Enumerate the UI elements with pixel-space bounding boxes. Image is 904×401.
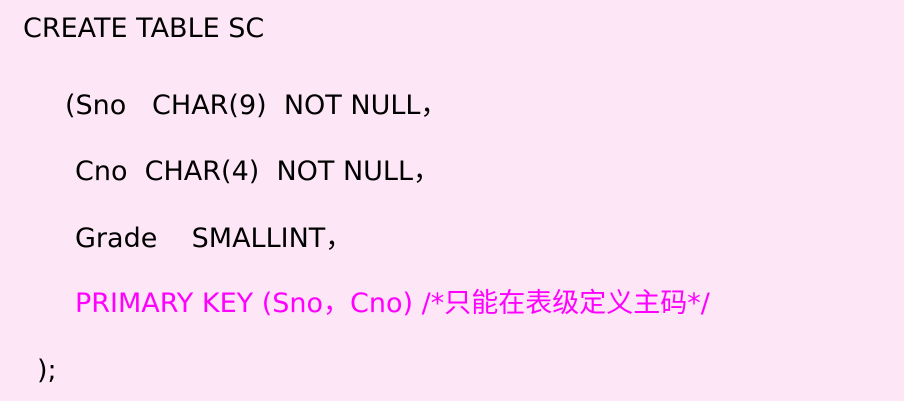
sql-code-block: CREATE TABLE SC (Sno CHAR(9) NOT NULL， C… bbox=[0, 0, 904, 401]
code-line-grade-column: Grade SMALLINT， bbox=[75, 223, 353, 254]
code-line-primary-key: PRIMARY KEY (Sno，Cno) /*只能在表级定义主码*/ bbox=[75, 288, 710, 319]
code-line-create-table: CREATE TABLE SC bbox=[23, 13, 265, 44]
code-line-cno-column: Cno CHAR(4) NOT NULL， bbox=[75, 156, 441, 187]
code-line-sno-column: (Sno CHAR(9) NOT NULL， bbox=[65, 90, 448, 121]
code-line-closing: ); bbox=[37, 355, 57, 386]
